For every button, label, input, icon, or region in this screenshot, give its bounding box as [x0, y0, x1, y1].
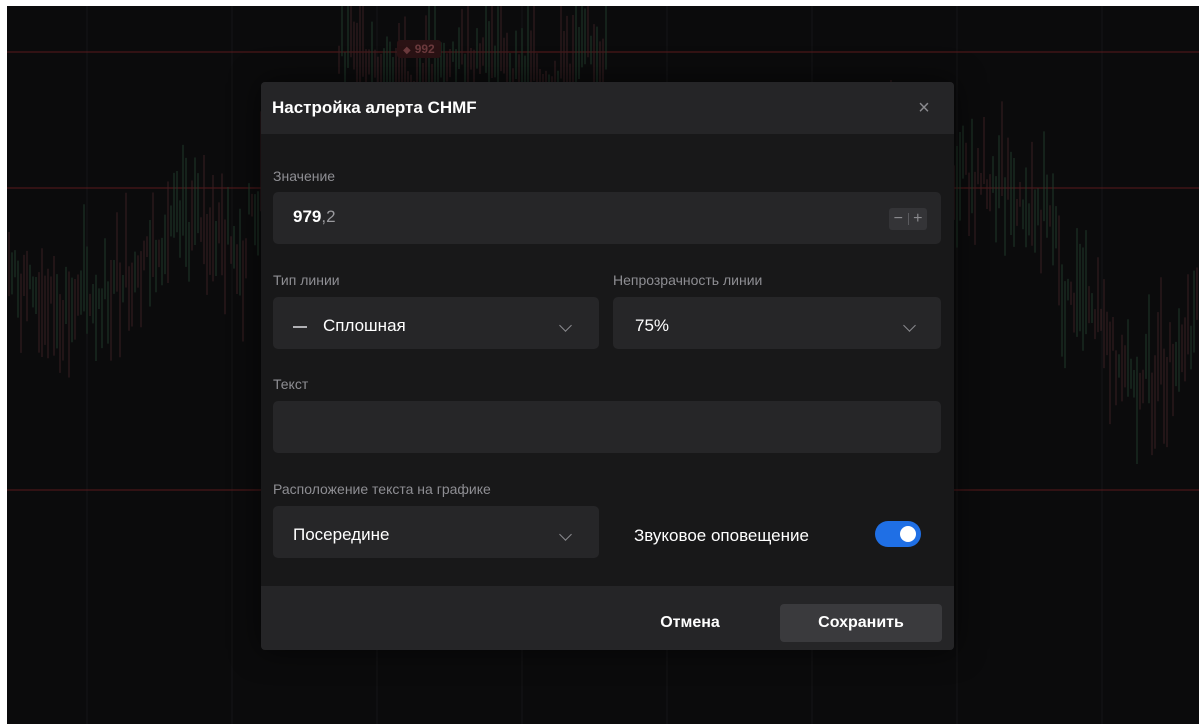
line-opacity-label: Непрозрачность линии: [613, 272, 763, 288]
text-position-label: Расположение текста на графике: [273, 481, 491, 497]
text-label: Текст: [273, 376, 309, 392]
value-text: 979,2: [293, 207, 336, 227]
line-type-select[interactable]: Сплошная: [273, 297, 599, 349]
text-position-select[interactable]: Посередине: [273, 506, 599, 558]
text-position-value: Посередине: [293, 525, 390, 544]
modal-header: Настройка алерта CHMF ×: [261, 82, 954, 134]
price-flag-value: 992: [414, 42, 435, 56]
price-flag: ◆ 992: [397, 40, 441, 58]
cancel-button[interactable]: Отмена: [645, 604, 735, 642]
modal-footer: Отмена Сохранить: [261, 586, 954, 650]
solid-line-icon: [293, 326, 307, 328]
chevron-down-icon: [559, 528, 572, 541]
value-stepper: − +: [889, 208, 927, 230]
toggle-knob: [900, 526, 916, 542]
modal-title: Настройка алерта CHMF: [272, 98, 477, 117]
line-type-value: Сплошная: [323, 316, 406, 335]
close-icon[interactable]: ×: [912, 96, 936, 120]
chevron-down-icon: [559, 319, 572, 332]
value-label: Значение: [273, 168, 336, 184]
alert-settings-modal: Настройка алерта CHMF × Значение 979,2 −…: [261, 82, 954, 650]
chart-screen: ◆ 992 Настройка алерта CHMF × Значение 97…: [7, 6, 1199, 724]
line-type-label: Тип линии: [273, 272, 340, 288]
text-input[interactable]: [273, 401, 941, 453]
decrement-button[interactable]: −: [889, 208, 908, 230]
line-opacity-value: 75%: [635, 316, 670, 335]
sound-alert-label: Звуковое оповещение: [634, 526, 809, 545]
value-fraction: ,2: [321, 207, 336, 226]
increment-button[interactable]: +: [909, 208, 928, 230]
line-opacity-select[interactable]: 75%: [613, 297, 941, 349]
sound-alert-toggle[interactable]: [875, 521, 921, 547]
flag-icon: ◆: [403, 45, 411, 56]
chevron-down-icon: [903, 319, 916, 332]
value-integer: 979: [293, 207, 322, 226]
value-input[interactable]: 979,2 − +: [273, 192, 941, 244]
save-button[interactable]: Сохранить: [780, 604, 942, 642]
